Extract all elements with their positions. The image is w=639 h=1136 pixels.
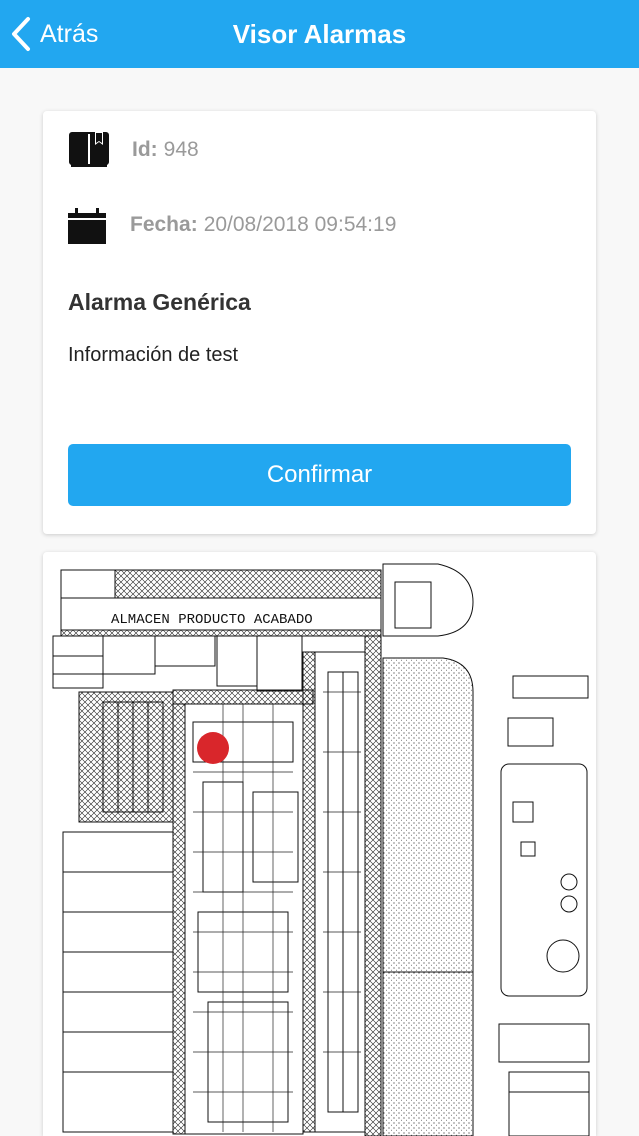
id-row: Id: 948 xyxy=(68,131,199,169)
alarm-title: Alarma Genérica xyxy=(68,289,251,315)
id-value: 948 xyxy=(163,138,199,161)
map-area-label: ALMACEN PRODUCTO ACABADO xyxy=(111,612,313,628)
floor-plan-map[interactable]: ALMACEN PRODUCTO ACABADO xyxy=(43,552,596,1136)
date-label: Fecha: xyxy=(130,213,198,236)
calendar-icon xyxy=(68,208,106,244)
date-value: 20/08/2018 09:54:19 xyxy=(203,213,397,236)
alarm-location-marker[interactable] xyxy=(197,732,229,764)
nav-bar: Atrás Visor Alarmas xyxy=(0,0,639,68)
alarm-card: Id: 948 Fecha: 20/08/2018 09:54:19 Alarm… xyxy=(43,111,596,534)
page-title: Visor Alarmas xyxy=(232,19,407,49)
alarm-info: Información de test xyxy=(68,344,239,366)
floor-plan-drawing: ALMACEN PRODUCTO ACABADO xyxy=(52,563,590,1136)
confirm-button[interactable]: Confirmar xyxy=(68,444,571,506)
id-label: Id: xyxy=(132,138,158,161)
date-row: Fecha: 20/08/2018 09:54:19 xyxy=(68,206,396,244)
book-icon xyxy=(69,132,109,167)
